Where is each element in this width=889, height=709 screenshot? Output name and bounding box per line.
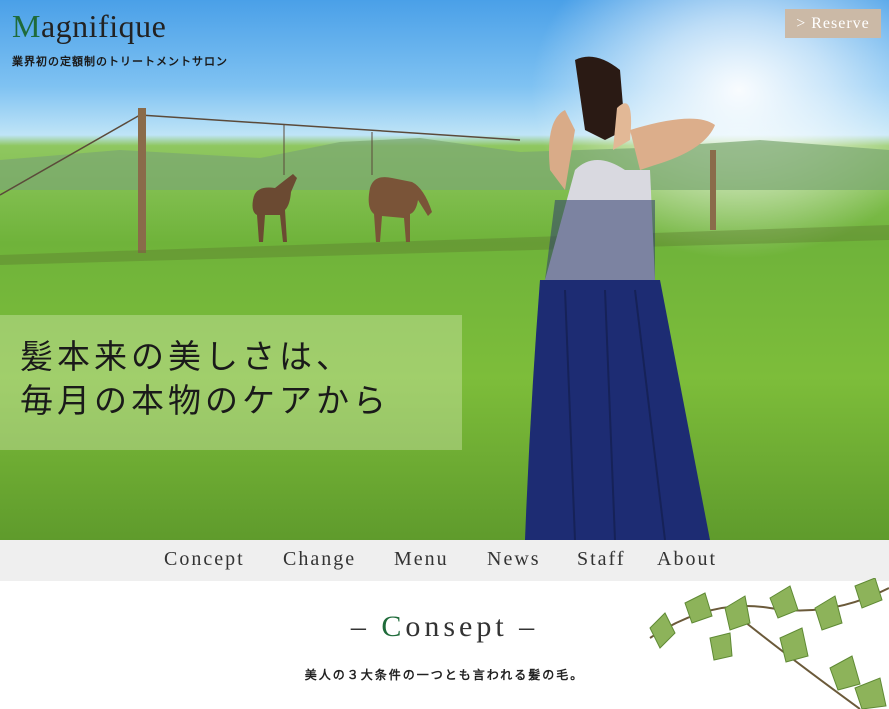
horse-icon — [252, 174, 297, 242]
logo-text: agnifique — [40, 8, 167, 44]
nav-item-change[interactable]: Change — [283, 540, 356, 581]
fence — [0, 108, 889, 265]
nav-item-about[interactable]: About — [657, 540, 717, 581]
hero-copy-line-1: 髪本来の美しさは、 — [20, 337, 353, 376]
nav-item-concept[interactable]: Concept — [164, 540, 245, 581]
reserve-button[interactable]: > Reserve — [785, 9, 881, 38]
title-dash-left: – — [350, 610, 370, 643]
hero-image: Magnifique 業界初の定額制のトリートメントサロン > Reserve … — [0, 0, 889, 540]
title-dash-right: – — [519, 610, 539, 643]
tagline: 業界初の定額制のトリートメントサロン — [12, 55, 228, 68]
horse-icon — [368, 177, 432, 242]
title-text: onsept — [405, 610, 508, 643]
section-subtitle: 美人の３大条件の一つとも言われる髪の毛。 — [304, 668, 585, 682]
title-initial: C — [381, 610, 406, 643]
hero-copy: 髪本来の美しさは、 毎月の本物のケアから — [20, 335, 390, 423]
nav-item-news[interactable]: News — [487, 540, 541, 581]
nav-item-staff[interactable]: Staff — [577, 540, 626, 581]
logo[interactable]: Magnifique — [12, 8, 166, 45]
woman-figure — [525, 56, 715, 540]
main-nav: Concept Change Menu News Staff About — [0, 540, 889, 581]
section-title-concept: – Consept – — [0, 610, 889, 644]
hero-copy-line-2: 毎月の本物のケアから — [20, 381, 390, 420]
logo-initial: M — [12, 8, 41, 44]
nav-item-menu[interactable]: Menu — [394, 540, 449, 581]
